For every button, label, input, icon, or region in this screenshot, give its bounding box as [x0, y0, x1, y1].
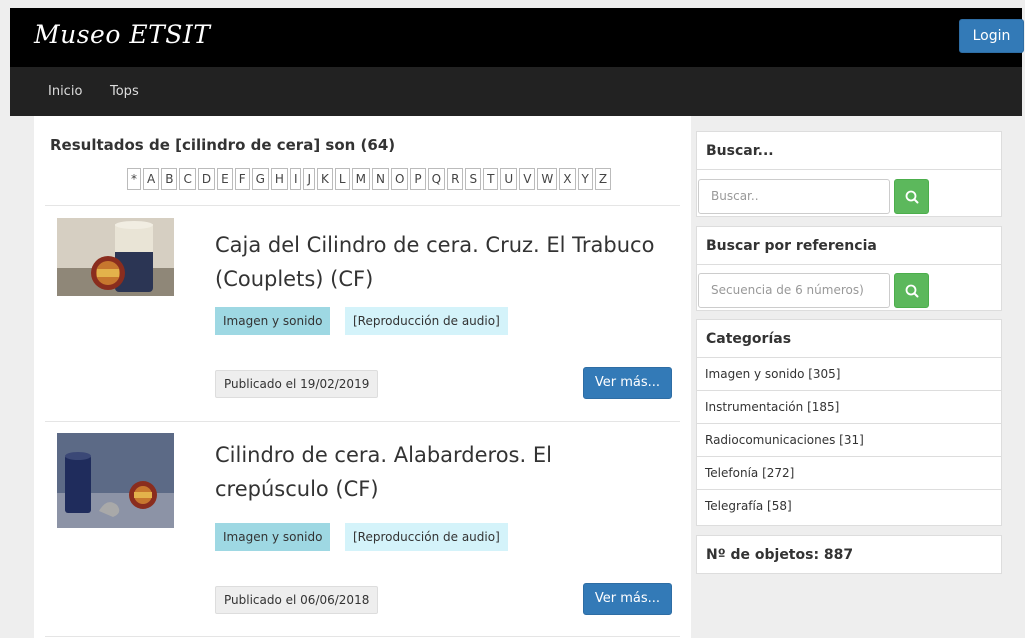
- object-count: Nº de objetos: 887: [706, 547, 854, 563]
- sidebar: Buscar... Buscar.. Buscar por referencia…: [691, 116, 1014, 638]
- alpha-letter[interactable]: B: [161, 168, 178, 190]
- alpha-letter[interactable]: X: [559, 168, 576, 190]
- search-heading: Buscar...: [697, 132, 1001, 170]
- alpha-letter[interactable]: D: [197, 168, 216, 190]
- categories-heading: Categorías: [697, 320, 1001, 358]
- alpha-letter[interactable]: V: [519, 168, 536, 190]
- alpha-letter[interactable]: Z: [594, 168, 612, 190]
- alpha-letter[interactable]: P: [410, 168, 426, 190]
- category-item[interactable]: Imagen y sonido [305]: [697, 358, 1001, 391]
- reference-input[interactable]: Secuencia de 6 números): [698, 273, 890, 308]
- alpha-letter[interactable]: I: [289, 168, 302, 190]
- item-title[interactable]: Caja del Cilindro de cera. Cruz. El Trab…: [215, 228, 655, 296]
- alpha-letter[interactable]: O: [390, 168, 409, 190]
- item-thumbnail[interactable]: [57, 433, 174, 528]
- search-icon: [905, 284, 919, 298]
- site-logo[interactable]: Museo ETSIT: [34, 20, 210, 49]
- alpha-letter[interactable]: E: [217, 168, 233, 190]
- alpha-letter[interactable]: F: [234, 168, 250, 190]
- divider: [45, 421, 680, 422]
- item-thumbnail[interactable]: [57, 218, 174, 296]
- divider: [45, 205, 680, 206]
- alpha-letter[interactable]: M: [351, 168, 370, 190]
- results-title: Resultados de [cilindro de cera] son (64…: [50, 136, 396, 154]
- category-tag[interactable]: Imagen y sonido: [215, 523, 331, 551]
- item-title[interactable]: Cilindro de cera. Alabarderos. El crepús…: [215, 438, 655, 506]
- type-tag[interactable]: [Reproducción de audio]: [345, 307, 508, 335]
- alpha-letter[interactable]: L: [334, 168, 350, 190]
- categories-panel: Categorías Imagen y sonido [305] Instrum…: [696, 319, 1002, 526]
- login-button[interactable]: Login: [959, 19, 1024, 53]
- search-panel: Buscar... Buscar..: [696, 131, 1002, 217]
- alpha-letter[interactable]: H: [270, 168, 288, 190]
- reference-search-panel: Buscar por referencia Secuencia de 6 núm…: [696, 226, 1002, 311]
- top-bar: Museo ETSIT Login: [10, 8, 1024, 67]
- type-tag[interactable]: [Reproducción de audio]: [345, 523, 508, 551]
- alpha-letter[interactable]: N: [371, 168, 389, 190]
- search-button[interactable]: [894, 179, 929, 214]
- category-item[interactable]: Telefonía [272]: [697, 457, 1001, 490]
- alpha-letter[interactable]: C: [179, 168, 196, 190]
- search-input[interactable]: Buscar..: [698, 179, 890, 214]
- alpha-letter[interactable]: S: [465, 168, 482, 190]
- alphabet-filter: * A B C D E F G H I J K L M N O P Q R S …: [127, 168, 613, 190]
- published-date: Publicado el 19/02/2019: [215, 370, 379, 398]
- alpha-letter[interactable]: *: [127, 168, 141, 190]
- results-panel: Resultados de [cilindro de cera] son (64…: [34, 116, 691, 638]
- category-tag[interactable]: Imagen y sonido: [215, 307, 331, 335]
- alpha-letter[interactable]: Q: [427, 168, 446, 190]
- alpha-letter[interactable]: A: [143, 168, 160, 190]
- alpha-letter[interactable]: T: [483, 168, 499, 190]
- nav-item-tops[interactable]: Tops: [110, 84, 139, 99]
- category-item[interactable]: Instrumentación [185]: [697, 391, 1001, 424]
- search-icon: [905, 190, 919, 204]
- published-date: Publicado el 06/06/2018: [215, 586, 379, 614]
- alpha-letter[interactable]: J: [303, 168, 316, 190]
- reference-search-button[interactable]: [894, 273, 929, 308]
- alpha-letter[interactable]: W: [537, 168, 558, 190]
- alpha-letter[interactable]: G: [251, 168, 269, 190]
- alpha-letter[interactable]: Y: [577, 168, 593, 190]
- view-more-button[interactable]: Ver más...: [583, 583, 672, 615]
- object-count-panel: Nº de objetos: 887: [696, 535, 1002, 574]
- nav-item-inicio[interactable]: Inicio: [48, 84, 82, 99]
- category-item[interactable]: Radiocomunicaciones [31]: [697, 424, 1001, 457]
- alpha-letter[interactable]: K: [317, 168, 333, 190]
- alpha-letter[interactable]: R: [447, 168, 464, 190]
- divider: [45, 636, 680, 637]
- nav-bar: Inicio Tops: [10, 67, 1022, 116]
- reference-search-heading: Buscar por referencia: [697, 227, 1001, 265]
- category-item[interactable]: Telegrafía [58]: [697, 490, 1001, 523]
- view-more-button[interactable]: Ver más...: [583, 367, 672, 399]
- alpha-letter[interactable]: U: [500, 168, 518, 190]
